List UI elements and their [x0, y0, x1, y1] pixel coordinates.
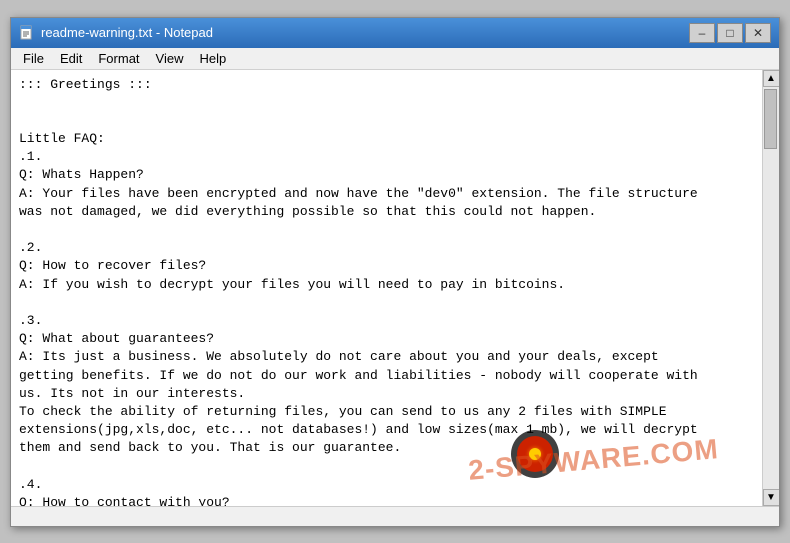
close-button[interactable]: ✕ [745, 23, 771, 43]
menu-format[interactable]: Format [90, 49, 147, 68]
scrollbar-track-area[interactable] [763, 87, 779, 489]
window-controls: – □ ✕ [689, 23, 771, 43]
scroll-down-button[interactable]: ▼ [763, 489, 780, 506]
menu-bar: File Edit Format View Help [11, 48, 779, 70]
menu-view[interactable]: View [148, 49, 192, 68]
status-bar [11, 506, 779, 526]
window-title: readme-warning.txt - Notepad [41, 25, 689, 40]
content-area: ::: Greetings ::: Little FAQ: .1. Q: Wha… [11, 70, 779, 506]
minimize-button[interactable]: – [689, 23, 715, 43]
text-content[interactable]: ::: Greetings ::: Little FAQ: .1. Q: Wha… [11, 70, 762, 506]
app-icon [19, 25, 35, 41]
scrollbar-thumb[interactable] [764, 89, 777, 149]
menu-help[interactable]: Help [191, 49, 234, 68]
menu-file[interactable]: File [15, 49, 52, 68]
maximize-button[interactable]: □ [717, 23, 743, 43]
notepad-window: readme-warning.txt - Notepad – □ ✕ File … [10, 17, 780, 527]
menu-edit[interactable]: Edit [52, 49, 90, 68]
scrollbar[interactable]: ▲ ▼ [762, 70, 779, 506]
title-bar: readme-warning.txt - Notepad – □ ✕ [11, 18, 779, 48]
scroll-up-button[interactable]: ▲ [763, 70, 780, 87]
